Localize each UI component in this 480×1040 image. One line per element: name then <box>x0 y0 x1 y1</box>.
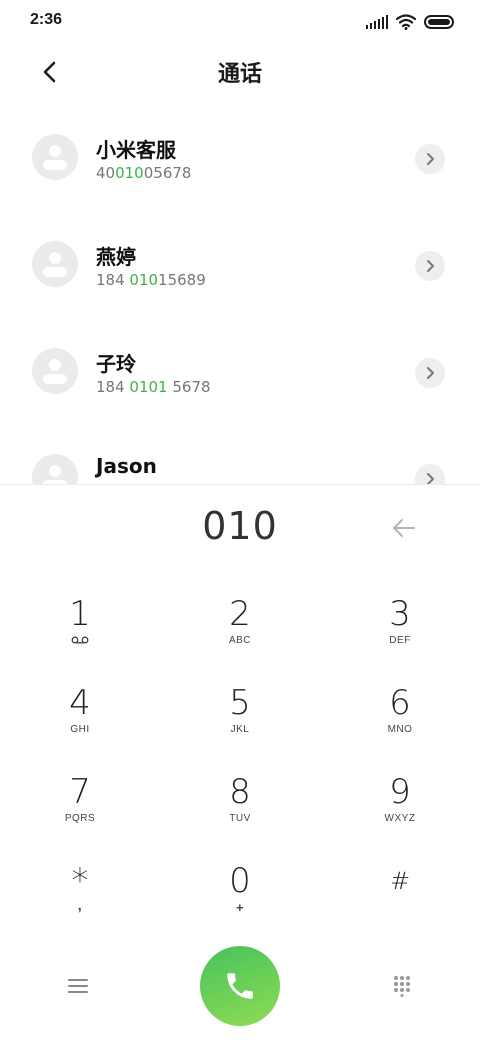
key-digit: * <box>71 861 89 901</box>
contact-row[interactable]: 燕婷 184 01015689 <box>0 211 480 311</box>
key-digit: 3 <box>389 594 411 634</box>
contact-row[interactable]: 子玲 184 0101 5678 <box>0 318 480 418</box>
contact-detail-button[interactable] <box>415 251 445 281</box>
voicemail-icon <box>71 636 89 644</box>
contact-name: 燕婷 <box>96 245 136 269</box>
chevron-right-icon <box>427 473 434 484</box>
avatar <box>32 134 78 180</box>
key-digit: 0 <box>229 861 251 901</box>
phone-icon <box>227 973 253 999</box>
key-hash[interactable]: # <box>320 857 480 946</box>
status-bar: 2:36 <box>0 0 480 44</box>
avatar <box>32 454 78 484</box>
dialpad-icon <box>394 976 410 997</box>
page-title: 通话 <box>217 62 262 87</box>
contact-name: 小米客服 <box>96 138 176 162</box>
key-letters: DEF <box>389 635 411 646</box>
key-digit: 4 <box>69 683 91 723</box>
key-6[interactable]: 6 MNO <box>320 679 480 768</box>
contact-row[interactable]: Jason <box>0 424 480 484</box>
key-letters: PQRS <box>64 813 96 824</box>
key-digit: 7 <box>69 772 91 812</box>
contact-detail-button[interactable] <box>415 358 445 388</box>
key-digit: 6 <box>389 683 411 723</box>
battery-icon <box>424 15 454 29</box>
call-button[interactable] <box>200 946 280 1026</box>
key-digit: 5 <box>229 683 251 723</box>
chevron-right-icon <box>427 260 434 272</box>
key-digit: 1 <box>69 594 91 634</box>
backspace-button[interactable] <box>388 514 420 542</box>
key-8[interactable]: 8 TUV <box>160 768 320 857</box>
key-letters: GHI <box>70 724 90 735</box>
key-0[interactable]: 0 + <box>160 857 320 946</box>
key-letters: + <box>235 900 245 915</box>
key-letters: WXYZ <box>384 813 416 824</box>
contact-number: 184 0101 5678 <box>96 378 211 396</box>
wifi-icon <box>396 14 416 30</box>
dial-display: 010 <box>0 500 480 560</box>
key-digit: # <box>389 867 411 895</box>
keypad-toggle-button[interactable] <box>386 970 418 1002</box>
key-2[interactable]: 2 ABC <box>160 590 320 679</box>
key-digit: 2 <box>229 594 251 634</box>
key-letters: , <box>77 897 83 913</box>
avatar <box>32 241 78 287</box>
menu-button[interactable] <box>62 970 94 1002</box>
key-4[interactable]: 4 GHI <box>0 679 160 768</box>
status-icons <box>366 12 454 32</box>
contact-detail-button[interactable] <box>415 144 445 174</box>
contact-name: Jason <box>96 454 157 478</box>
key-3[interactable]: 3 DEF <box>320 590 480 679</box>
key-9[interactable]: 9 WXYZ <box>320 768 480 857</box>
contact-list[interactable]: 小米客服 4001005678 燕婷 184 01015689 子玲 184 0… <box>0 104 480 484</box>
status-time: 2:36 <box>30 11 63 28</box>
chevron-right-icon <box>427 153 434 165</box>
contact-number: 4001005678 <box>96 164 192 182</box>
header: 通话 <box>0 44 480 96</box>
key-1[interactable]: 1 <box>0 590 160 679</box>
contact-detail-button[interactable] <box>415 464 445 484</box>
backspace-arrow-icon <box>393 519 415 537</box>
contact-row[interactable]: 小米客服 4001005678 <box>0 104 480 204</box>
contact-number: 184 01015689 <box>96 271 206 289</box>
key-letters: TUV <box>229 813 251 824</box>
avatar <box>32 348 78 394</box>
key-letters: MNO <box>387 724 413 735</box>
divider <box>0 484 480 485</box>
chevron-right-icon <box>427 367 434 379</box>
key-letters: ABC <box>228 635 252 646</box>
key-digit: 9 <box>389 772 411 812</box>
key-digit: 8 <box>229 772 251 812</box>
key-7[interactable]: 7 PQRS <box>0 768 160 857</box>
contact-name: 子玲 <box>96 352 136 376</box>
menu-icon <box>68 979 88 993</box>
key-letters: JKL <box>230 724 250 735</box>
key-star[interactable]: * , <box>0 857 160 946</box>
signal-icon <box>366 15 388 29</box>
key-5[interactable]: 5 JKL <box>160 679 320 768</box>
